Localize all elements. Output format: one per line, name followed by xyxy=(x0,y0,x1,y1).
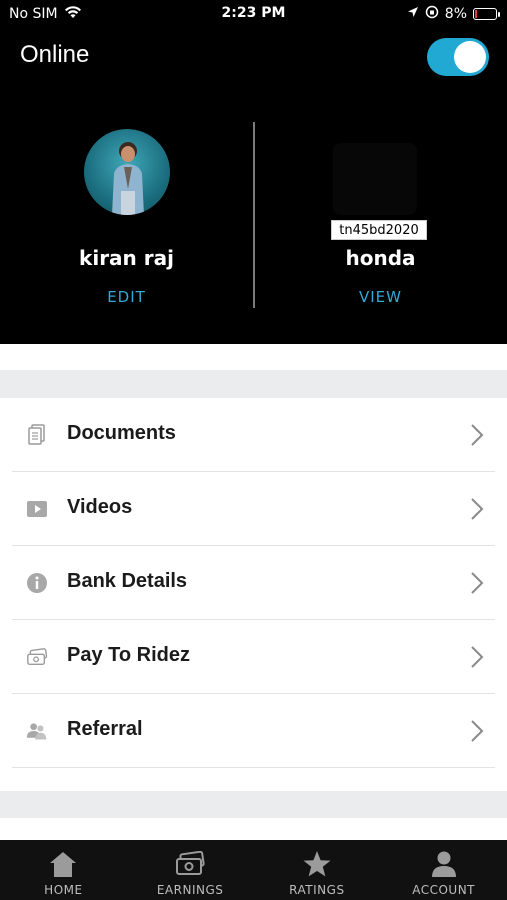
header-divider xyxy=(253,122,255,308)
menu-item-pay-to-ridez[interactable]: Pay To Ridez xyxy=(12,620,495,694)
tab-home[interactable]: HOME xyxy=(0,840,127,900)
section-separator xyxy=(0,370,507,398)
vehicle-plate: tn45bd2020 xyxy=(331,220,427,240)
cash-icon xyxy=(173,849,207,879)
tab-label: RATINGS xyxy=(289,883,345,897)
document-icon xyxy=(26,424,48,446)
avatar[interactable] xyxy=(84,129,170,215)
chevron-right-icon xyxy=(467,497,487,521)
toggle-knob xyxy=(454,41,486,73)
bottom-tab-bar: HOME EARNINGS RATINGS ACCOUNT xyxy=(0,840,507,900)
section-separator xyxy=(0,791,507,818)
vehicle-name: honda xyxy=(345,246,416,270)
menu-item-label: Videos xyxy=(67,496,133,518)
menu-item-videos[interactable]: Videos xyxy=(12,472,495,546)
status-bar: No SIM 2:23 PM 8% xyxy=(0,0,507,28)
orientation-lock-icon xyxy=(425,5,439,23)
tab-label: EARNINGS xyxy=(156,883,224,897)
menu-item-label: Referral xyxy=(67,718,143,740)
star-icon xyxy=(300,849,334,879)
account-menu: Documents Videos Bank Details Pay To Rid… xyxy=(12,398,495,768)
chevron-right-icon xyxy=(467,645,487,669)
edit-profile-link[interactable]: EDIT xyxy=(0,288,253,306)
tab-earnings[interactable]: EARNINGS xyxy=(127,840,254,900)
online-toggle[interactable] xyxy=(427,38,489,76)
chevron-right-icon xyxy=(467,719,487,743)
person-icon xyxy=(427,849,461,879)
video-icon xyxy=(26,498,48,520)
home-icon xyxy=(46,849,80,879)
info-icon xyxy=(26,572,48,594)
menu-item-documents[interactable]: Documents xyxy=(12,398,495,472)
online-status-label: Online xyxy=(20,41,90,68)
status-right: 8% xyxy=(407,5,500,23)
driver-header: Online kiran raj EDIT tn45bd2020 honda V… xyxy=(0,28,507,344)
money-icon xyxy=(26,646,48,668)
menu-item-label: Bank Details xyxy=(67,570,188,592)
tab-label: HOME xyxy=(44,883,83,897)
menu-item-label: Pay To Ridez xyxy=(67,644,190,666)
menu-item-bank-details[interactable]: Bank Details xyxy=(12,546,495,620)
battery-percent: 8% xyxy=(444,6,467,22)
location-arrow-icon xyxy=(407,6,419,22)
view-vehicle-link[interactable]: VIEW xyxy=(254,288,507,306)
menu-item-referral[interactable]: Referral xyxy=(12,694,495,768)
users-icon xyxy=(26,720,48,742)
tab-ratings[interactable]: RATINGS xyxy=(254,840,381,900)
chevron-right-icon xyxy=(467,423,487,447)
tab-label: ACCOUNT xyxy=(412,883,476,897)
driver-name: kiran raj xyxy=(79,246,174,270)
battery-icon xyxy=(473,8,500,20)
chevron-right-icon xyxy=(467,571,487,595)
vehicle-image xyxy=(333,143,417,215)
menu-item-label: Documents xyxy=(67,422,176,444)
tab-account[interactable]: ACCOUNT xyxy=(380,840,507,900)
